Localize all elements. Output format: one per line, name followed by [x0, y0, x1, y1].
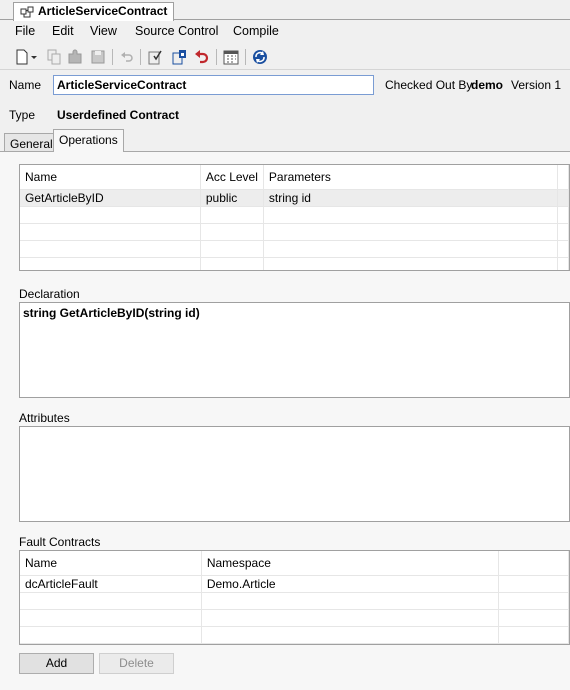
toolbar-separator — [216, 49, 217, 65]
table-row[interactable] — [20, 223, 569, 241]
cell-parameters[interactable]: string id — [263, 189, 558, 207]
save-icon[interactable] — [89, 48, 107, 66]
fault-contracts-label: Fault Contracts — [19, 535, 101, 549]
table-row[interactable] — [20, 592, 569, 610]
checked-out-user: demo — [471, 78, 504, 92]
attributes-box[interactable] — [19, 426, 570, 522]
document-tab-title: ArticleServiceContract — [38, 4, 168, 18]
table-row[interactable]: dcArticleFault Demo.Article — [20, 575, 569, 593]
sync-icon[interactable] — [251, 48, 269, 66]
table-header: Name Namespace — [20, 551, 569, 576]
menu-file[interactable]: File — [15, 24, 35, 38]
fault-contracts-grid: Name Namespace dcArticleFault Demo.Artic… — [19, 550, 570, 645]
document-tabbar: ArticleServiceContract — [0, 0, 570, 21]
tab-operations[interactable]: Operations — [53, 129, 124, 152]
table-row[interactable] — [20, 609, 569, 627]
column-header-filler — [498, 551, 569, 576]
toolbar — [0, 44, 570, 70]
cell-acc-level[interactable]: public — [200, 189, 264, 207]
calendar-icon[interactable] — [222, 48, 240, 66]
name-label: Name — [9, 78, 42, 92]
cell-filler — [557, 189, 569, 207]
column-header-parameters[interactable]: Parameters — [263, 165, 558, 190]
checked-out-label: Checked Out By — [385, 78, 473, 92]
section-tabs: General Operations — [0, 129, 570, 152]
operations-grid: Name Acc Level Parameters GetArticleByID… — [19, 164, 570, 271]
menu-bar: File Edit View Source Control Compile — [0, 22, 570, 42]
menu-view[interactable]: View — [90, 24, 117, 38]
column-header-namespace[interactable]: Namespace — [201, 551, 500, 576]
version-label: Version 1 — [511, 78, 562, 92]
name-input[interactable] — [53, 75, 374, 95]
column-header-acc-level[interactable]: Acc Level — [200, 165, 264, 190]
table-row[interactable] — [20, 206, 569, 224]
table-row[interactable] — [20, 240, 569, 258]
toolbar-separator — [140, 49, 141, 65]
checkout-icon[interactable] — [170, 48, 188, 66]
column-header-name[interactable]: Name — [20, 551, 202, 576]
attributes-label: Attributes — [19, 411, 70, 425]
tab-general[interactable]: General — [4, 133, 59, 152]
delete-button[interactable]: Delete — [99, 653, 174, 674]
column-header-filler — [557, 165, 569, 190]
revert-icon[interactable] — [193, 48, 211, 66]
toolbar-separator — [112, 49, 113, 65]
declaration-label: Declaration — [19, 287, 80, 301]
cell-name[interactable]: dcArticleFault — [20, 575, 202, 593]
table-row[interactable]: GetArticleByID public string id — [20, 189, 569, 207]
document-tab[interactable]: ArticleServiceContract — [13, 2, 175, 21]
table-header: Name Acc Level Parameters — [20, 165, 569, 190]
type-label: Type — [9, 108, 36, 122]
new-icon[interactable] — [14, 48, 40, 66]
cell-namespace[interactable]: Demo.Article — [201, 575, 500, 593]
menu-source-control[interactable]: Source Control — [135, 24, 218, 38]
puzzle-icon[interactable] — [66, 48, 84, 66]
table-row[interactable] — [20, 257, 569, 270]
declaration-box[interactable]: string GetArticleByID(string id) — [19, 302, 570, 398]
cell-name[interactable]: GetArticleByID — [20, 189, 201, 207]
undo-icon[interactable] — [118, 48, 136, 66]
checkin-icon[interactable] — [146, 48, 164, 66]
add-button[interactable]: Add — [19, 653, 94, 674]
copy-icon[interactable] — [45, 48, 63, 66]
toolbar-separator — [245, 49, 246, 65]
table-row[interactable] — [20, 626, 569, 644]
menu-compile[interactable]: Compile — [233, 24, 279, 38]
column-header-name[interactable]: Name — [20, 165, 201, 190]
declaration-text: string GetArticleByID(string id) — [23, 306, 200, 320]
operations-table: Name Acc Level Parameters GetArticleByID… — [20, 165, 569, 270]
cell-filler — [498, 575, 569, 593]
type-value: Userdefined Contract — [57, 108, 180, 122]
contract-icon — [20, 6, 34, 18]
fault-contracts-table: Name Namespace dcArticleFault Demo.Artic… — [20, 551, 569, 644]
menu-edit[interactable]: Edit — [52, 24, 74, 38]
